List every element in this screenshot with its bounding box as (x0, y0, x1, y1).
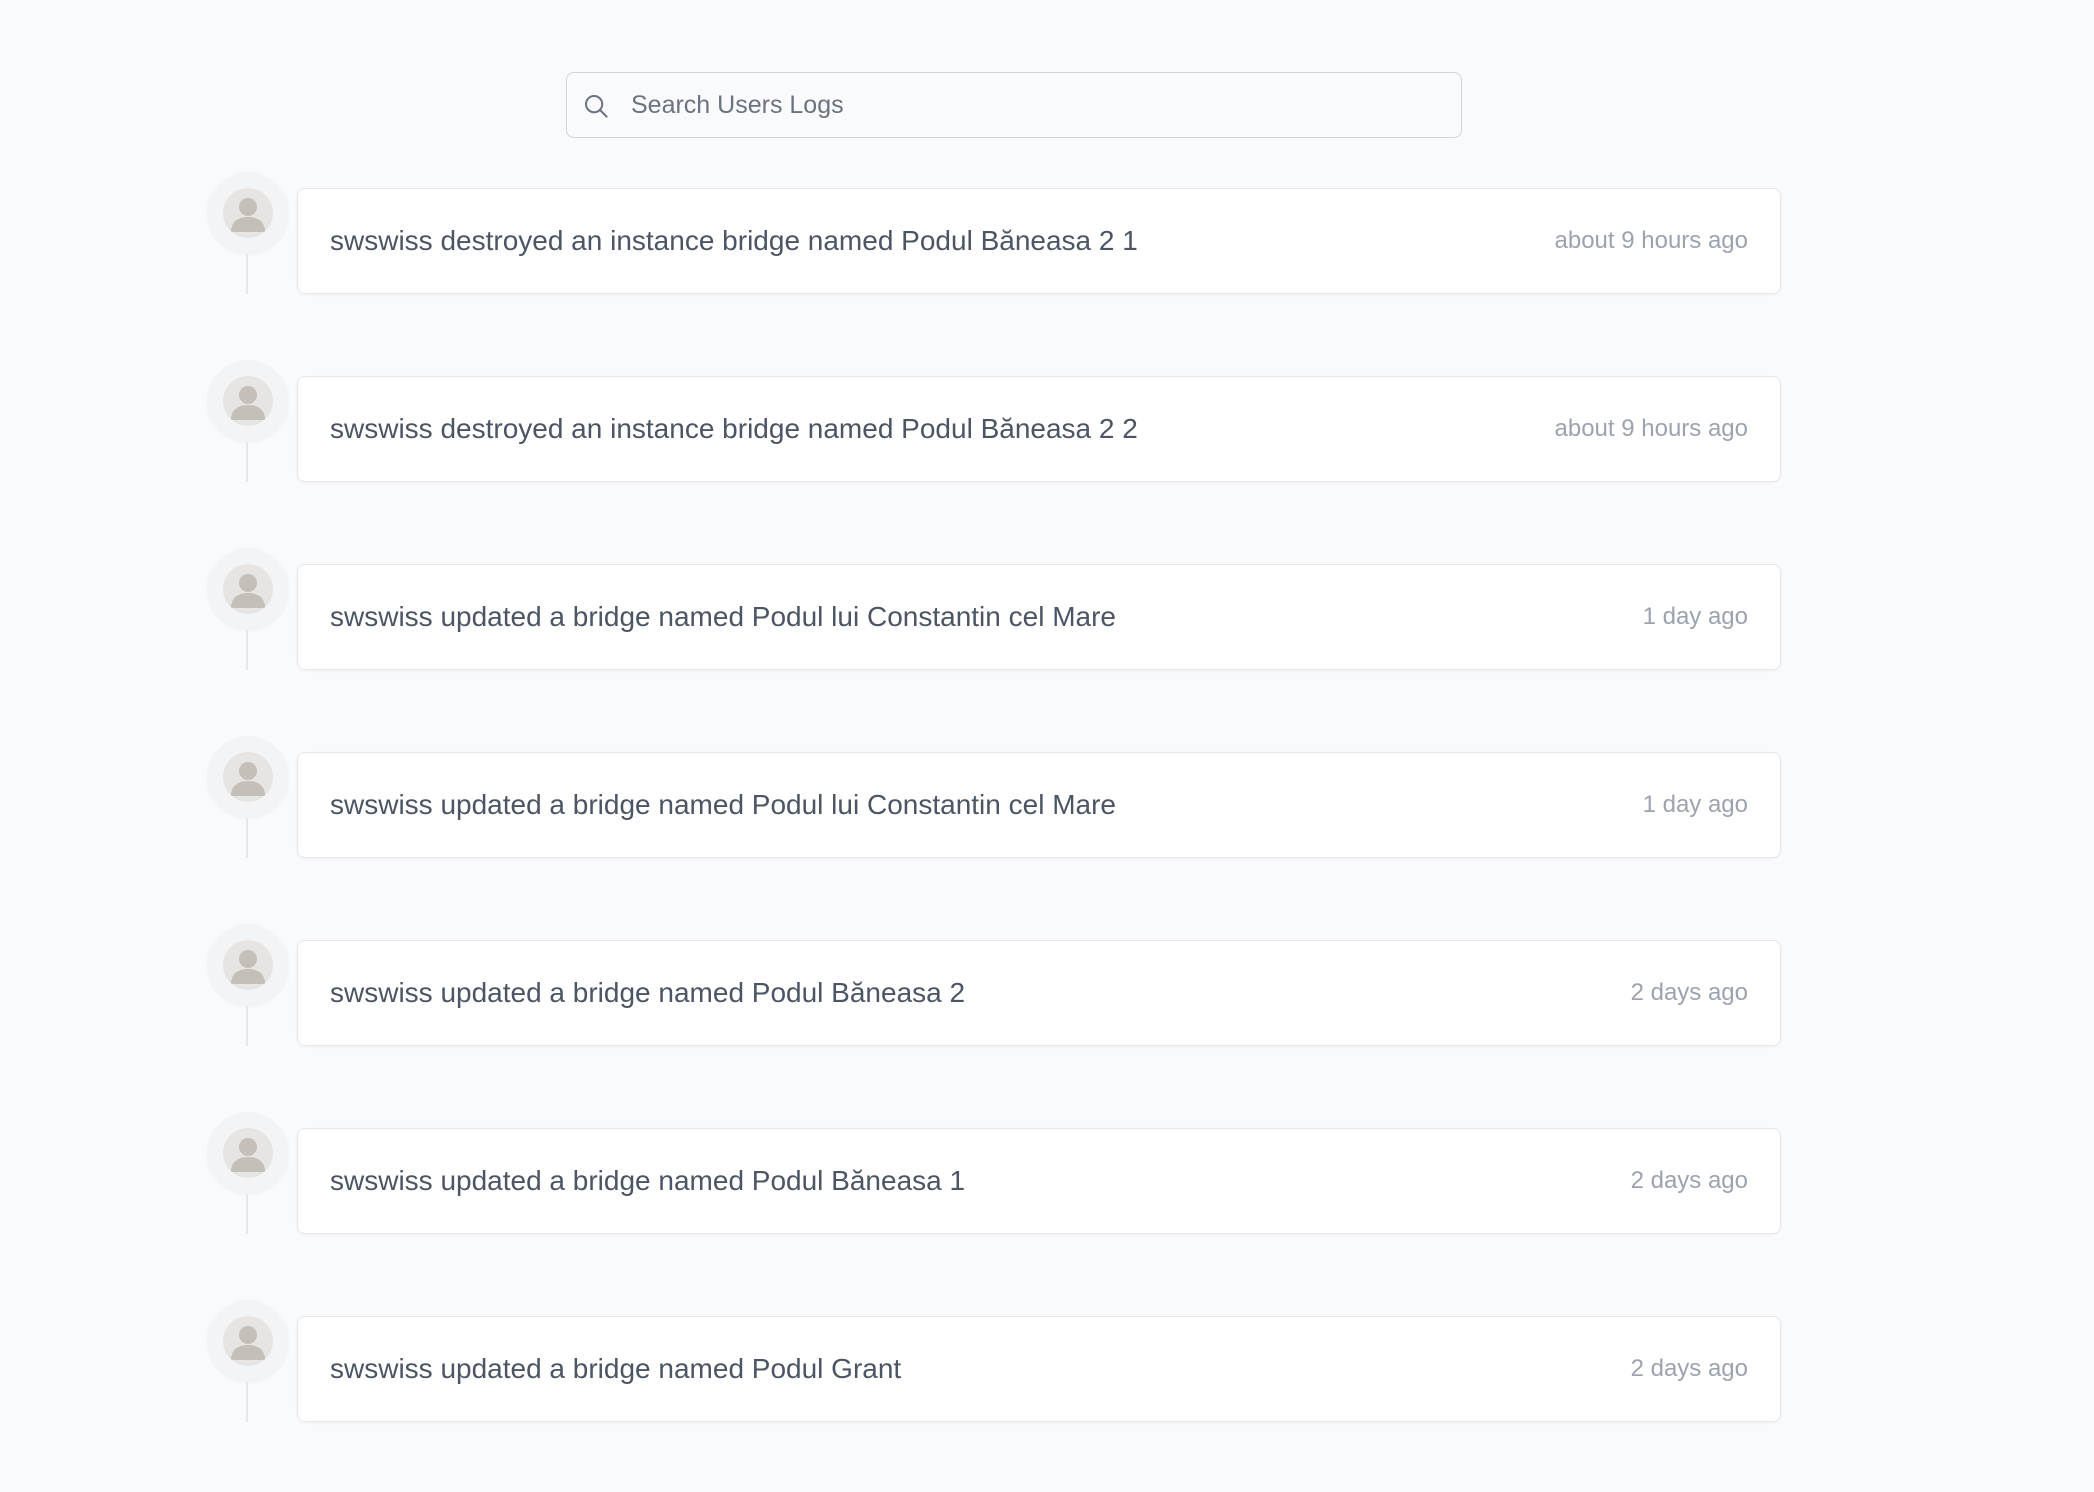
user-avatar-icon (223, 564, 273, 614)
log-timestamp: 1 day ago (1642, 603, 1748, 630)
log-card: swswiss updated a bridge named Podul lui… (297, 752, 1781, 858)
timeline-connector (246, 818, 248, 858)
log-card: swswiss updated a bridge named Podul Gra… (297, 1316, 1781, 1422)
user-avatar-icon (223, 188, 273, 238)
log-card: swswiss updated a bridge named Podul Băn… (297, 1128, 1781, 1234)
log-timestamp: 2 days ago (1630, 1355, 1748, 1382)
avatar (207, 172, 289, 254)
log-message: swswiss updated a bridge named Podul Băn… (330, 1165, 966, 1196)
avatar (207, 548, 289, 630)
timeline-connector (246, 442, 248, 482)
user-silhouette-icon (231, 386, 265, 420)
log-entry: swswiss updated a bridge named Podul Băn… (0, 924, 2094, 1074)
user-silhouette-icon (231, 762, 265, 796)
timeline-connector (246, 1194, 248, 1234)
log-message: swswiss destroyed an instance bridge nam… (330, 413, 1138, 444)
avatar (207, 1300, 289, 1382)
log-entry: swswiss updated a bridge named Podul lui… (0, 548, 2094, 698)
log-card: swswiss destroyed an instance bridge nam… (297, 188, 1781, 294)
avatar (207, 1112, 289, 1194)
log-message: swswiss updated a bridge named Podul lui… (330, 601, 1116, 632)
log-entry: swswiss destroyed an instance bridge nam… (0, 172, 2094, 322)
timeline-connector (246, 254, 248, 294)
log-message: swswiss updated a bridge named Podul lui… (330, 789, 1116, 820)
user-avatar-icon (223, 1316, 273, 1366)
log-timestamp: 2 days ago (1630, 979, 1748, 1006)
user-silhouette-icon (231, 574, 265, 608)
log-entry: swswiss updated a bridge named Podul Gra… (0, 1300, 2094, 1450)
log-card: swswiss destroyed an instance bridge nam… (297, 376, 1781, 482)
user-silhouette-icon (231, 950, 265, 984)
log-timestamp: 2 days ago (1630, 1167, 1748, 1194)
log-card: swswiss updated a bridge named Podul lui… (297, 564, 1781, 670)
search-box[interactable] (566, 72, 1462, 138)
avatar (207, 924, 289, 1006)
user-avatar-icon (223, 1128, 273, 1178)
avatar (207, 736, 289, 818)
log-entry: swswiss updated a bridge named Podul Băn… (0, 1112, 2094, 1262)
user-silhouette-icon (231, 1138, 265, 1172)
user-avatar-icon (223, 376, 273, 426)
user-silhouette-icon (231, 198, 265, 232)
log-entry: swswiss updated a bridge named Podul lui… (0, 736, 2094, 886)
timeline-connector (246, 1382, 248, 1422)
user-avatar-icon (223, 940, 273, 990)
log-timestamp: about 9 hours ago (1554, 415, 1749, 442)
log-message: swswiss updated a bridge named Podul Băn… (330, 977, 966, 1008)
log-message: swswiss destroyed an instance bridge nam… (330, 225, 1138, 256)
user-avatar-icon (223, 752, 273, 802)
search-input[interactable] (631, 73, 1449, 137)
timeline-connector (246, 1006, 248, 1046)
log-timestamp: 1 day ago (1642, 791, 1748, 818)
timeline-connector (246, 630, 248, 670)
log-entry: swswiss destroyed an instance bridge nam… (0, 360, 2094, 510)
avatar (207, 360, 289, 442)
user-silhouette-icon (231, 1326, 265, 1360)
search-icon (585, 95, 608, 118)
log-message: swswiss updated a bridge named Podul Gra… (330, 1353, 902, 1384)
log-card: swswiss updated a bridge named Podul Băn… (297, 940, 1781, 1046)
log-timestamp: about 9 hours ago (1554, 227, 1749, 254)
